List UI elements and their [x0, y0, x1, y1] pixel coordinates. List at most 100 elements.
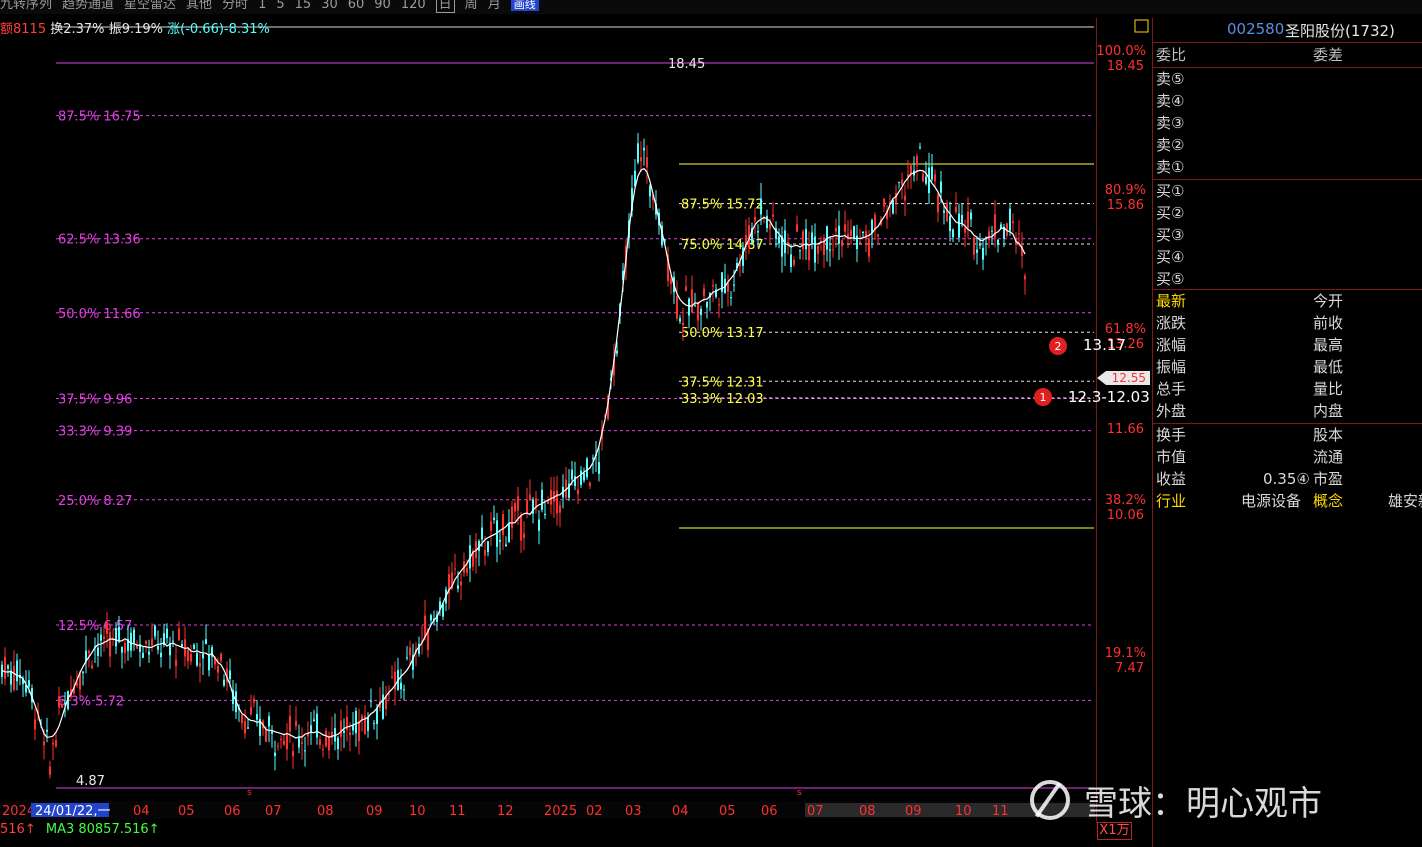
candle-body: [949, 216, 951, 232]
candle-body: [157, 646, 159, 650]
candle-body: [289, 715, 291, 732]
toolbar-item-5[interactable]: 1: [258, 0, 266, 12]
candle-body: [382, 694, 384, 719]
ma-line: [1, 167, 1026, 739]
candle-body: [616, 350, 618, 354]
toolbar-item-14[interactable]: 月: [488, 0, 501, 12]
axis-pct-4: 38.2%: [1105, 493, 1146, 508]
candle-body: [301, 742, 303, 744]
fib-main-label-0: 87.5% 16.75: [58, 110, 141, 125]
x-tick-20: 10: [955, 804, 972, 819]
candle-body: [871, 219, 873, 234]
info-left-1: 市值: [1156, 448, 1187, 466]
toolbar-item-12[interactable]: 日: [435, 0, 455, 13]
toolbar-item-4[interactable]: 分时: [222, 0, 248, 12]
toolbar-item-10[interactable]: 90: [374, 0, 391, 12]
info-bar: 额8115 换2.37% 振9.19% 涨(-0.66)-8.31%: [0, 18, 270, 38]
x-tick-5: 07: [265, 804, 282, 819]
candle-body: [982, 247, 984, 260]
candle-body: [958, 213, 960, 238]
x-tick-0: 2024: [2, 804, 35, 819]
candle-body: [838, 225, 840, 244]
candle-body: [361, 715, 363, 720]
candle-body: [358, 721, 360, 742]
candle-body: [583, 473, 585, 481]
x-tick-14: 04: [672, 804, 689, 819]
candle-body: [589, 482, 591, 486]
candle-body: [115, 628, 117, 647]
fib-main-label-5: 25.0% 8.27: [58, 494, 132, 509]
fib-main-label-1: 62.5% 13.36: [58, 233, 141, 248]
candle-body: [979, 244, 981, 246]
toolbar-item-7[interactable]: 15: [295, 0, 312, 12]
draw-line-button[interactable]: 画线: [510, 0, 539, 11]
candle-body: [322, 748, 324, 750]
candle-body: [88, 650, 90, 654]
candle-body: [52, 743, 54, 745]
toolbar-item-6[interactable]: 5: [276, 0, 284, 12]
toolbar-item-1[interactable]: 趋势通道: [62, 0, 114, 12]
axis-price-5: 7.47: [1115, 661, 1144, 676]
x-tick-3: 05: [178, 804, 195, 819]
candle-body: [904, 195, 906, 201]
candle-body: [877, 234, 879, 237]
candle-body: [934, 174, 936, 182]
candle-body: [136, 645, 138, 649]
candle-body: [901, 179, 903, 185]
candle-body: [13, 665, 15, 690]
candle-body: [223, 679, 225, 686]
candle-body: [325, 730, 327, 747]
axis-pct-2: 61.8%: [1105, 322, 1146, 337]
candle-body: [841, 240, 843, 247]
candle-body: [679, 318, 681, 322]
candle-body: [1018, 233, 1020, 235]
candle-body: [142, 652, 144, 658]
candle-body: [1009, 208, 1011, 231]
candle-body: [700, 308, 702, 316]
candle-body: [976, 249, 978, 253]
buy-level-0: 买①: [1156, 182, 1185, 200]
candle-body: [331, 731, 333, 739]
toolbar-item-11[interactable]: 120: [401, 0, 426, 12]
toolbar-item-3[interactable]: 其他: [186, 0, 212, 12]
quote-left-1: 涨跌: [1156, 314, 1187, 332]
candle-body: [544, 513, 546, 516]
candle-body: [337, 737, 339, 750]
candle-body: [286, 734, 288, 750]
axis-price-3: 11.66: [1107, 422, 1144, 437]
x-tick-6: 08: [317, 804, 334, 819]
candle-body: [283, 740, 285, 745]
candle-body: [943, 210, 945, 213]
x-tick-1: 24/01/22,一: [35, 804, 111, 819]
candle-body: [16, 660, 18, 682]
candle-body: [508, 523, 510, 543]
x-tick-15: 05: [719, 804, 736, 819]
candle-body: [1024, 275, 1026, 280]
toolbar-item-9[interactable]: 60: [348, 0, 365, 12]
candle-body: [229, 670, 231, 680]
candle-body: [550, 490, 552, 505]
candle-body: [118, 626, 120, 641]
candle-body: [706, 302, 708, 308]
toolbar-item-0[interactable]: 九转序列: [0, 0, 52, 12]
candle-body: [484, 550, 486, 556]
candle-body: [526, 499, 528, 515]
toolbar-item-2[interactable]: 星空雷达: [124, 0, 176, 12]
candle-body: [175, 659, 177, 667]
candle-body: [109, 632, 111, 657]
candle-body: [538, 519, 540, 531]
candle-body: [124, 643, 126, 653]
candle-body: [349, 732, 351, 736]
candle-body: [217, 665, 219, 673]
concept-label: 概念: [1313, 492, 1344, 510]
candle-body: [541, 489, 543, 510]
candle-body: [220, 653, 222, 661]
toolbar-item-8[interactable]: 30: [321, 0, 338, 12]
candle-body: [457, 585, 459, 589]
candle-body: [835, 227, 837, 232]
candle-body: [61, 705, 63, 708]
candle-body: [865, 230, 867, 240]
toolbar-item-13[interactable]: 周: [465, 0, 478, 12]
marker-text-2: 13.17: [1083, 336, 1126, 354]
buy-level-2: 买③: [1156, 226, 1185, 244]
